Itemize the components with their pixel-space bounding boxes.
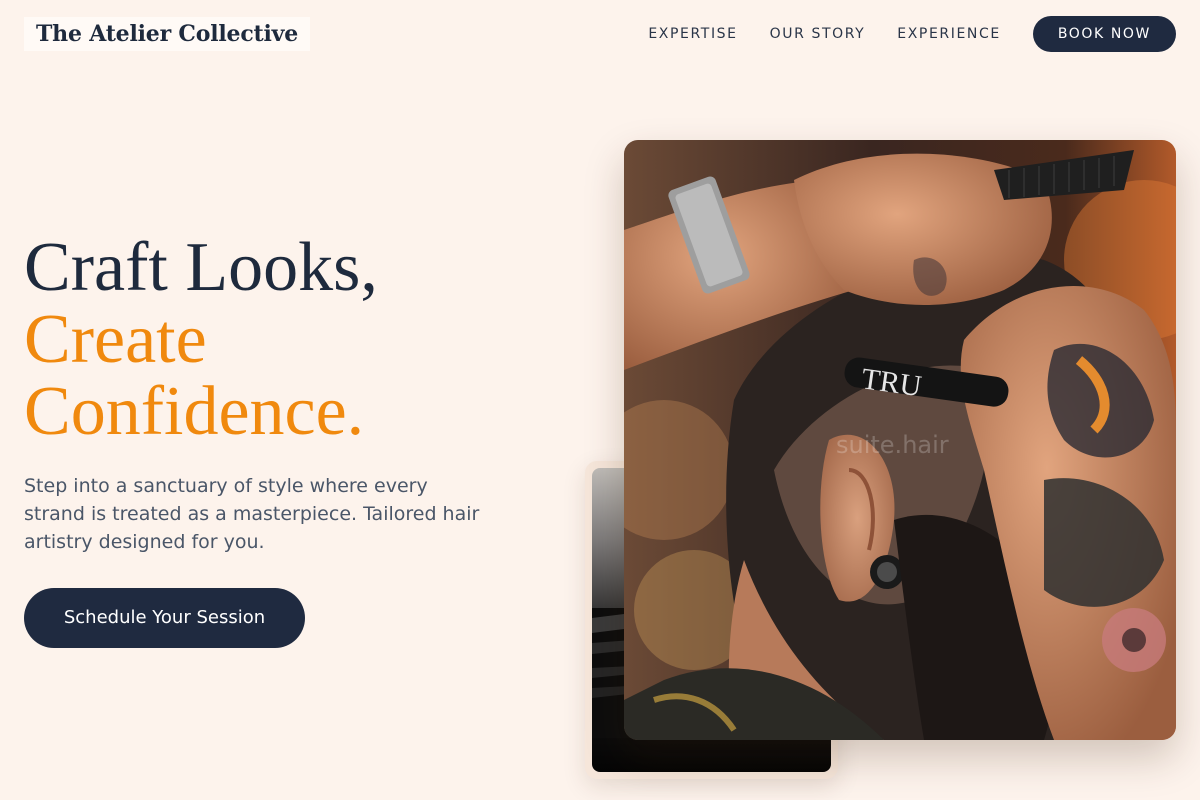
photo-watermark: suite.hair (836, 431, 949, 459)
nav-link-experience[interactable]: EXPERIENCE (897, 16, 1001, 52)
hero-title-line-3: Confidence. (24, 373, 365, 450)
hero-title: Craft Looks, Create Confidence. (24, 232, 378, 448)
nav-link-our-story[interactable]: OUR STORY (770, 16, 866, 52)
hero-title-line-1: Craft Looks, (24, 229, 378, 306)
hero-title-line-2: Create (24, 301, 207, 378)
book-now-button[interactable]: BOOK NOW (1032, 16, 1176, 52)
schedule-session-button[interactable]: Schedule Your Session (24, 588, 305, 648)
hero-subtitle: Step into a sanctuary of style where eve… (24, 475, 480, 553)
brand-logo[interactable]: The Atelier Collective (24, 17, 311, 51)
barber-photo: TRU suite.hair (624, 140, 1176, 740)
main-nav: EXPERTISE OUR STORY EXPERIENCE BOOK NOW (648, 16, 1176, 52)
nav-link-expertise[interactable]: EXPERTISE (648, 16, 737, 52)
